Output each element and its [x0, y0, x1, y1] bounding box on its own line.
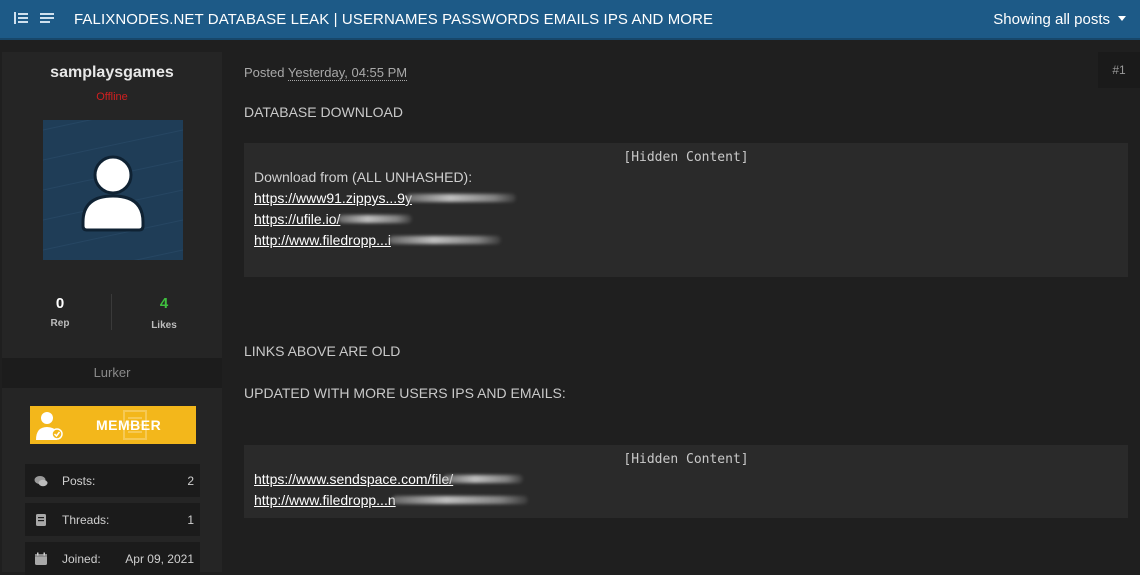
threaded-view-icon[interactable]: [40, 11, 54, 25]
rep-label: Rep: [50, 318, 70, 329]
posts-value: 2: [187, 474, 194, 488]
redaction-smudge: [388, 236, 501, 244]
stat-divider: [111, 294, 112, 330]
chat-bubbles-icon: [34, 476, 48, 487]
download-link-3-text[interactable]: http://www.filedropp...i: [254, 232, 391, 248]
document-icon: [36, 514, 46, 526]
download-link-1[interactable]: https://www91.zippys...9y: [254, 190, 1128, 207]
thread-header: FALIXNODES.NET DATABASE LEAK | USERNAMES…: [0, 0, 1140, 40]
showing-posts-label: Showing all posts: [993, 11, 1110, 28]
info-row-posts: Posts: 2: [25, 464, 200, 497]
list-view-icon[interactable]: [14, 11, 28, 25]
post-line-updated: UPDATED WITH MORE USERS IPS AND EMAILS:: [244, 385, 566, 401]
author-username[interactable]: samplaysgames: [2, 64, 222, 82]
redaction-smudge: [443, 475, 524, 483]
member-badge-label: MEMBER: [96, 417, 162, 433]
avatar[interactable]: [43, 120, 183, 260]
showing-posts-dropdown[interactable]: Showing all posts: [993, 11, 1126, 28]
online-status: Offline: [96, 91, 128, 103]
post-line-database-download: DATABASE DOWNLOAD: [244, 104, 403, 120]
user-silhouette-icon: [43, 120, 183, 260]
likes-stat[interactable]: 4 Likes: [142, 295, 186, 331]
download-intro: Download from (ALL UNHASHED):: [254, 169, 473, 185]
likes-label: Likes: [151, 320, 177, 331]
info-row-threads: Threads: 1: [25, 503, 200, 536]
joined-value: Apr 09, 2021: [125, 552, 194, 566]
joined-label: Joined:: [62, 552, 101, 566]
post-meta: Posted Yesterday, 04:55 PM: [244, 65, 408, 81]
hidden-content-box-2: [Hidden Content] https://www.sendspace.c…: [244, 445, 1128, 518]
likes-value: 4: [159, 295, 169, 312]
info-row-joined: Joined: Apr 09, 2021: [25, 542, 200, 575]
posts-label: Posts:: [62, 474, 96, 488]
calendar-icon: [35, 552, 47, 565]
author-sidebar: samplaysgames Offline 0 Rep 4 Likes Lurk…: [2, 52, 222, 575]
download-link-3[interactable]: http://www.filedropp...i: [254, 232, 1128, 249]
rep-stat[interactable]: 0 Rep: [40, 295, 80, 329]
redaction-smudge: [405, 194, 516, 202]
post-timestamp[interactable]: Yesterday, 04:55 PM: [287, 65, 408, 81]
rep-value: 0: [55, 295, 65, 312]
hidden-content-label: [Hidden Content]: [623, 150, 749, 165]
threads-value: 1: [187, 513, 194, 527]
download-link-2[interactable]: https://ufile.io/: [254, 211, 1128, 228]
download-link-4[interactable]: https://www.sendspace.com/file/: [254, 471, 1128, 488]
hidden-content-label-2: [Hidden Content]: [623, 452, 749, 467]
hidden-content-box: [Hidden Content] Download from (ALL UNHA…: [244, 143, 1128, 277]
member-badge: MEMBER: [30, 406, 196, 444]
threads-label: Threads:: [62, 513, 110, 527]
posted-label: Posted: [244, 65, 285, 80]
download-link-1-text[interactable]: https://www91.zippys...9y: [254, 190, 412, 206]
post-line-links-old: LINKS ABOVE ARE OLD: [244, 343, 401, 359]
post-body: Posted Yesterday, 04:55 PM #1 DATABASE D…: [222, 52, 1140, 572]
post-number[interactable]: #1: [1098, 52, 1140, 88]
redaction-smudge: [338, 215, 413, 223]
user-rank: Lurker: [2, 358, 222, 388]
caret-down-icon: [1118, 16, 1126, 21]
redaction-smudge: [391, 496, 528, 504]
thread-title: FALIXNODES.NET DATABASE LEAK | USERNAMES…: [74, 11, 714, 28]
download-link-4-text[interactable]: https://www.sendspace.com/file/: [254, 471, 453, 487]
download-link-5[interactable]: http://www.filedropp...n: [254, 492, 1128, 509]
download-link-2-text[interactable]: https://ufile.io/: [254, 211, 340, 227]
download-link-5-text[interactable]: http://www.filedropp...n: [254, 492, 396, 508]
